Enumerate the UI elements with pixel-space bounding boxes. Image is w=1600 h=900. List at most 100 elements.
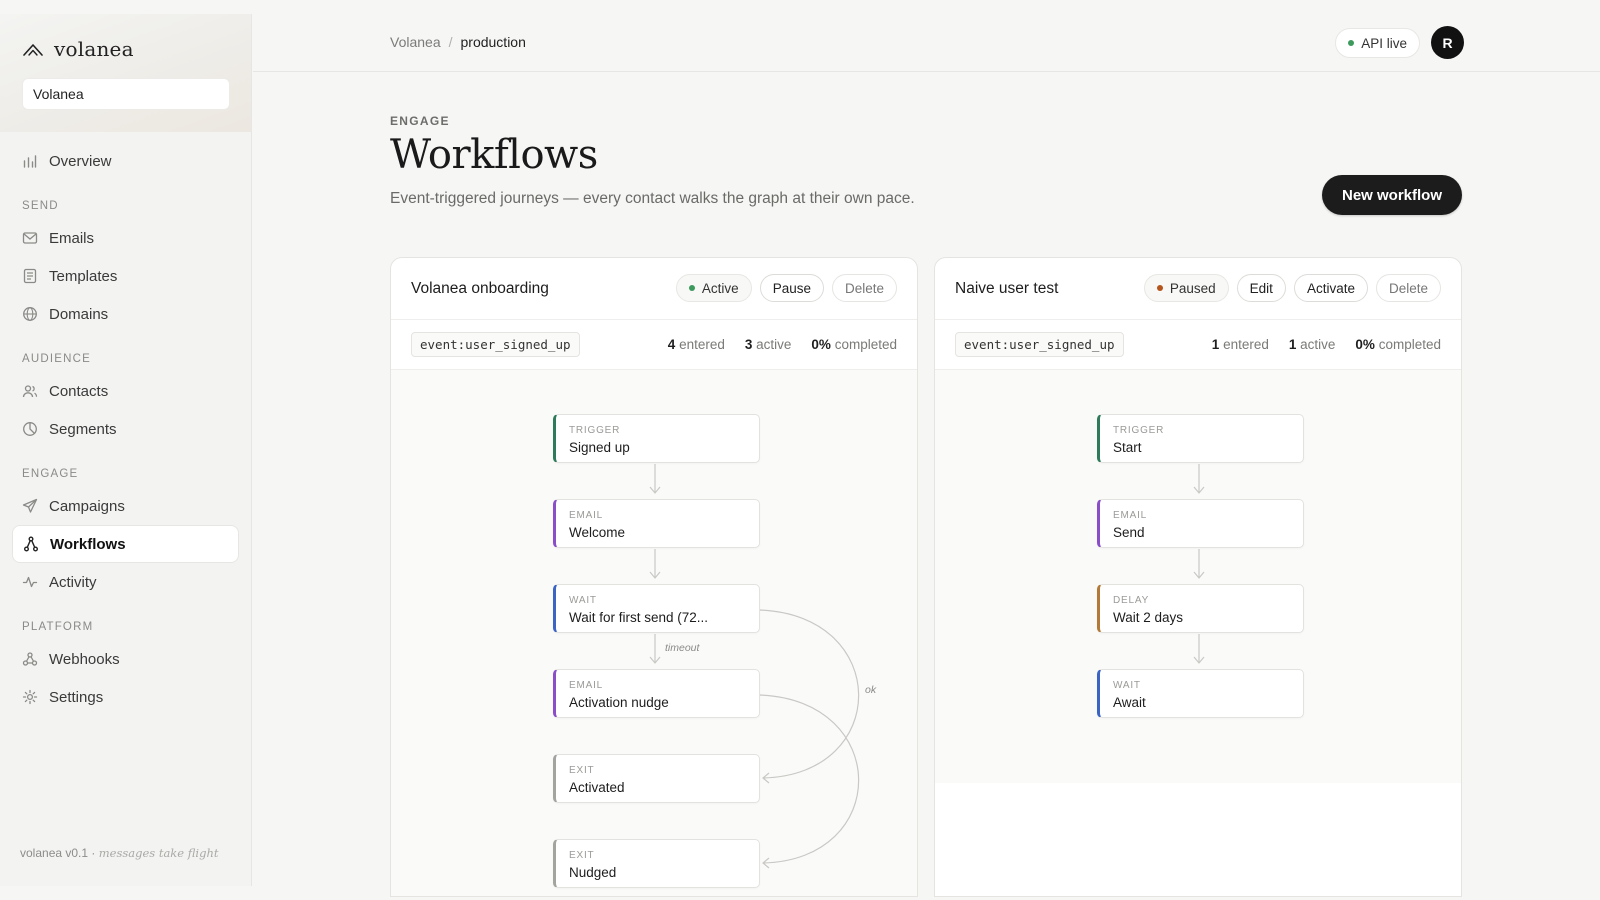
sidebar-item-domains[interactable]: Domains [12, 295, 239, 333]
sidebar-item-activity[interactable]: Activity [12, 563, 239, 601]
node-label: Nudged [569, 865, 617, 880]
workflow-node-wait[interactable]: WAIT Await [1097, 669, 1304, 718]
trigger-event: event:user_signed_up [411, 332, 580, 357]
sidebar-item-label: Segments [49, 420, 117, 438]
sidebar-item-emails[interactable]: Emails [12, 219, 239, 257]
node-kind: WAIT [1113, 680, 1141, 691]
sidebar-item-contacts[interactable]: Contacts [12, 372, 239, 410]
workspace-switcher[interactable]: Volanea [22, 78, 230, 110]
workflow-stats: event:user_signed_up 1 entered 1 active … [935, 320, 1461, 370]
status-badge: Active [675, 274, 752, 302]
workflow-card: Naive user test Paused Edit Activate Del… [934, 257, 1462, 897]
sidebar-nav: Overview SEND Emails Templates Domains A… [0, 132, 251, 716]
workflow-node-email[interactable]: EMAIL Activation nudge [553, 669, 760, 718]
avatar[interactable]: R [1431, 26, 1464, 59]
status-badge: Paused [1143, 274, 1229, 302]
sidebar-item-templates[interactable]: Templates [12, 257, 239, 295]
document-icon [23, 268, 37, 284]
workflow-node-exit[interactable]: EXIT Activated [553, 754, 760, 803]
node-label: Await [1113, 695, 1146, 710]
stat-value: 4 [667, 337, 676, 352]
stat-entered: 1 entered [1212, 337, 1269, 352]
edge-label-ok: ok [865, 684, 877, 696]
workflow-icon [24, 536, 38, 552]
sidebar-item-label: Contacts [49, 382, 109, 400]
breadcrumb: Volanea / production [390, 34, 526, 50]
sidebar-item-campaigns[interactable]: Campaigns [12, 487, 239, 525]
webhook-icon [22, 652, 38, 666]
workflow-node-email[interactable]: EMAIL Welcome [553, 499, 760, 548]
brand[interactable]: volanea [22, 37, 229, 61]
stat-label: completed [1378, 337, 1441, 352]
workflow-card: Volanea onboarding Active Pause Delete e… [390, 257, 918, 897]
globe-icon [23, 307, 37, 321]
topbar: Volanea / production API live R [253, 14, 1600, 72]
node-label: Wait for first send (72... [569, 610, 709, 625]
new-workflow-button[interactable]: New workflow [1321, 175, 1462, 215]
workflow-node-delay[interactable]: DELAY Wait 2 days [1097, 584, 1304, 633]
sidebar-item-label: Overview [49, 152, 112, 170]
nav-section-engage: ENGAGE [22, 468, 79, 480]
breadcrumb-root[interactable]: Volanea [390, 34, 441, 50]
node-label: Start [1113, 440, 1142, 455]
node-kind: TRIGGER [1113, 425, 1165, 436]
api-status-label: API live [1361, 35, 1407, 51]
status-dot-icon [1348, 40, 1355, 46]
sidebar-item-label: Templates [49, 267, 118, 285]
sidebar-item-settings[interactable]: Settings [12, 678, 239, 716]
sidebar-item-label: Webhooks [49, 650, 120, 668]
node-kind: EXIT [569, 765, 595, 776]
node-kind: WAIT [569, 595, 597, 606]
workflow-name[interactable]: Naive user test [955, 280, 1058, 298]
nav-section-audience: AUDIENCE [22, 353, 92, 365]
workflow-node-email[interactable]: EMAIL Send [1097, 499, 1304, 548]
delete-button[interactable]: Delete [831, 274, 897, 302]
node-label: Send [1113, 525, 1145, 540]
stat-value: 1 [1288, 337, 1297, 352]
sidebar-item-label: Activity [49, 573, 97, 591]
stat-active: 1 active [1289, 337, 1336, 352]
sidebar-item-workflows[interactable]: Workflows [12, 525, 239, 563]
stat-label: entered [679, 337, 725, 352]
sidebar: volanea Volanea Overview SEND Emails Tem… [0, 14, 252, 886]
pie-segment-icon [23, 422, 37, 436]
status-label: Paused [1169, 280, 1216, 296]
stat-active: 3 active [745, 337, 792, 352]
pause-button[interactable]: Pause [759, 274, 824, 302]
workflow-name[interactable]: Volanea onboarding [411, 280, 549, 298]
workflow-card-header: Volanea onboarding Active Pause Delete [391, 258, 917, 320]
version-text: volanea v0.1 · [20, 846, 96, 860]
workflow-stats: event:user_signed_up 4 entered 3 active … [391, 320, 917, 370]
node-label: Wait 2 days [1113, 610, 1184, 625]
api-status-badge[interactable]: API live [1335, 28, 1420, 58]
workflow-node-exit[interactable]: EXIT Nudged [553, 839, 760, 888]
delete-button[interactable]: Delete [1375, 274, 1441, 302]
sidebar-item-label: Settings [49, 688, 104, 706]
stats-group: 1 entered 1 active 0% completed [1212, 337, 1441, 352]
workflow-graph: TRIGGER Signed up EMAIL Welcome WAIT Wai… [391, 370, 917, 896]
stats-group: 4 entered 3 active 0% completed [668, 337, 897, 352]
send-icon [22, 498, 38, 513]
edge-nudged [759, 694, 860, 864]
status-dot-icon [688, 285, 695, 291]
edit-button[interactable]: Edit [1236, 274, 1286, 302]
breadcrumb-current: production [460, 34, 526, 50]
workflow-node-trigger[interactable]: TRIGGER Start [1097, 414, 1304, 463]
activate-button[interactable]: Activate [1293, 274, 1368, 302]
nav-section-send: SEND [22, 200, 59, 212]
sidebar-item-label: Workflows [50, 535, 126, 553]
stat-label: active [756, 337, 792, 352]
node-label: Signed up [569, 440, 630, 455]
workflow-node-wait[interactable]: WAIT Wait for first send (72... [553, 584, 760, 633]
status-dot-icon [1156, 285, 1163, 291]
node-kind: EMAIL [569, 680, 604, 691]
page-subtitle: Event-triggered journeys — every contact… [390, 190, 915, 207]
node-label: Activated [569, 780, 625, 795]
sidebar-item-segments[interactable]: Segments [12, 410, 239, 448]
tagline: messages take flight [98, 846, 219, 860]
sidebar-item-webhooks[interactable]: Webhooks [12, 640, 239, 678]
sidebar-item-overview[interactable]: Overview [12, 142, 239, 180]
workflow-node-trigger[interactable]: TRIGGER Signed up [553, 414, 760, 463]
workflow-card-header: Naive user test Paused Edit Activate Del… [935, 258, 1461, 320]
stat-completed: 0% completed [1355, 337, 1441, 352]
